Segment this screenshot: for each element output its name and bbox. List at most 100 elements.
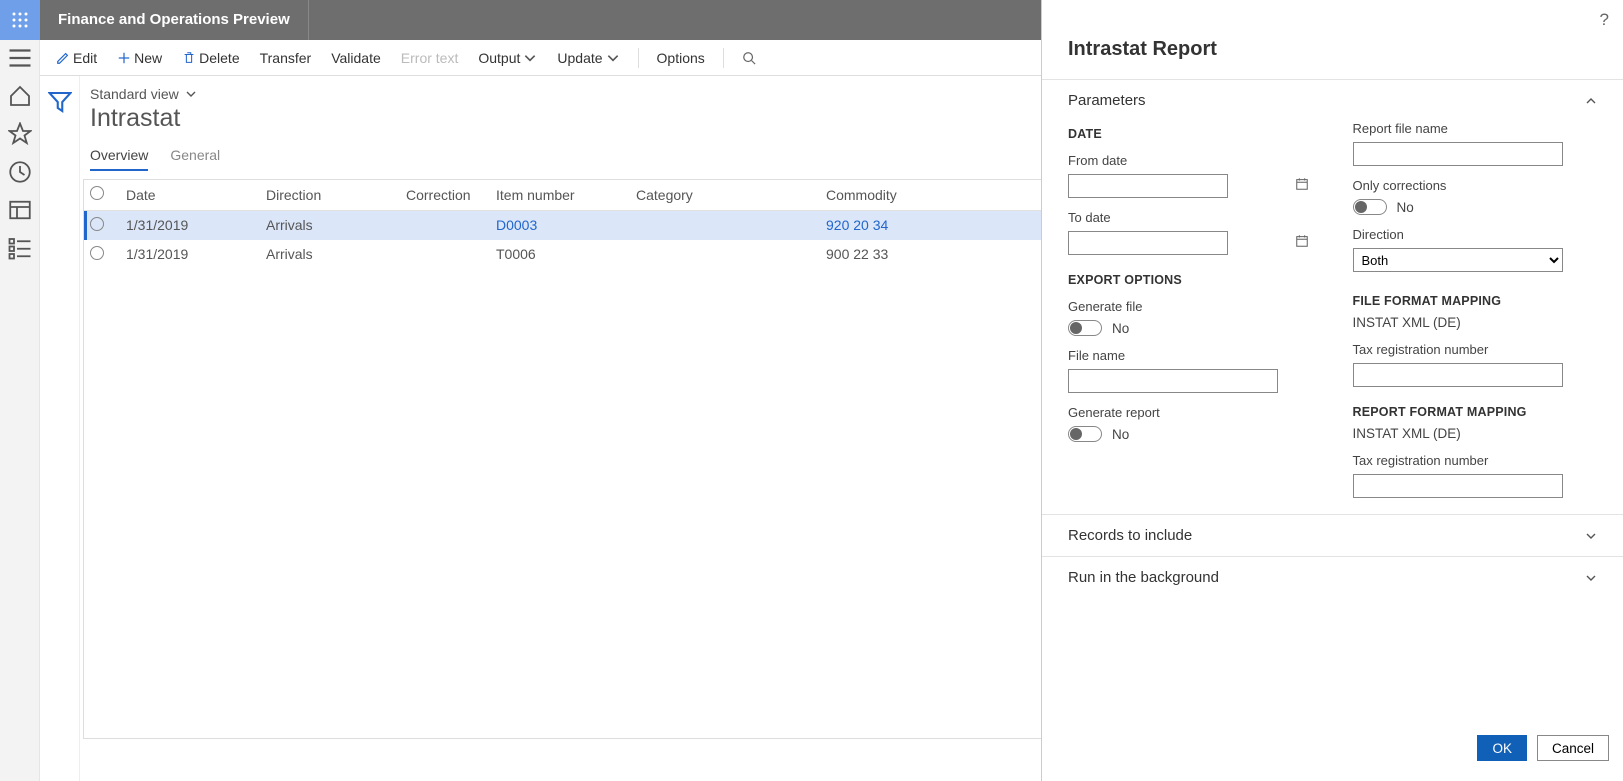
- new-label: New: [134, 50, 162, 66]
- cancel-button[interactable]: Cancel: [1537, 735, 1609, 761]
- hamburger-icon[interactable]: [8, 46, 32, 70]
- cell-date: 1/31/2019: [120, 240, 260, 269]
- workspace-icon[interactable]: [8, 198, 32, 222]
- chevron-down-icon: [606, 51, 620, 65]
- col-correction[interactable]: Correction: [400, 180, 490, 210]
- records-header[interactable]: Records to include: [1042, 515, 1623, 556]
- validate-button[interactable]: Validate: [323, 46, 389, 70]
- filter-icon[interactable]: [48, 90, 72, 114]
- col-item[interactable]: Item number: [490, 180, 630, 210]
- delete-button[interactable]: Delete: [174, 46, 247, 70]
- generate-file-toggle[interactable]: [1068, 320, 1102, 336]
- output-button[interactable]: Output: [470, 46, 545, 70]
- cell-category: [630, 240, 820, 269]
- only-corrections-state: No: [1397, 200, 1414, 215]
- from-date-label: From date: [1068, 153, 1313, 168]
- report-panel: ? Intrastat Report Parameters DATE From …: [1041, 0, 1623, 781]
- chevron-down-icon: [1585, 530, 1597, 542]
- search-button[interactable]: [734, 47, 764, 69]
- select-all-radio[interactable]: [90, 186, 104, 200]
- calendar-icon: [1295, 177, 1309, 196]
- view-name: Standard view: [90, 86, 179, 102]
- update-button[interactable]: Update: [549, 46, 627, 70]
- cell-direction: Arrivals: [260, 240, 400, 269]
- star-icon[interactable]: [8, 122, 32, 146]
- to-date-input[interactable]: [1068, 231, 1228, 255]
- chevron-down-icon: [1585, 572, 1597, 584]
- generate-report-state: No: [1112, 427, 1129, 442]
- delete-label: Delete: [199, 50, 239, 66]
- tab-general[interactable]: General: [170, 147, 220, 171]
- report-format-heading: REPORT FORMAT MAPPING: [1353, 405, 1598, 419]
- row-radio[interactable]: [90, 246, 104, 260]
- report-file-label: Report file name: [1353, 121, 1598, 136]
- edit-button[interactable]: Edit: [48, 46, 105, 70]
- recent-icon[interactable]: [8, 160, 32, 184]
- waffle-icon[interactable]: [0, 0, 40, 40]
- cell-date: 1/31/2019: [120, 210, 260, 240]
- background-header[interactable]: Run in the background: [1042, 557, 1623, 598]
- parameters-left-col: DATE From date To date EXPORT OPTIONS Ge…: [1068, 121, 1313, 498]
- cell-item[interactable]: T0006: [490, 240, 630, 269]
- separator: [723, 48, 724, 68]
- to-date-field: [1068, 231, 1313, 255]
- file-name-input[interactable]: [1068, 369, 1278, 393]
- chevron-down-icon: [185, 88, 197, 100]
- tax-reg2-label: Tax registration number: [1353, 453, 1598, 468]
- tax-reg-input[interactable]: [1353, 363, 1563, 387]
- separator: [638, 48, 639, 68]
- tab-overview[interactable]: Overview: [90, 147, 148, 171]
- app-title: Finance and Operations Preview: [40, 0, 309, 40]
- section-records: Records to include: [1042, 514, 1623, 556]
- update-label: Update: [557, 50, 602, 66]
- cell-correction: [400, 210, 490, 240]
- options-button[interactable]: Options: [649, 46, 713, 70]
- parameters-right-col: Report file name Only corrections No Dir…: [1353, 121, 1598, 498]
- error-text-button: Error text: [393, 46, 467, 70]
- section-parameters: Parameters DATE From date To date EXPORT…: [1042, 79, 1623, 514]
- file-name-label: File name: [1068, 348, 1313, 363]
- row-radio[interactable]: [90, 217, 104, 231]
- direction-select[interactable]: Both: [1353, 248, 1563, 272]
- section-background: Run in the background: [1042, 556, 1623, 598]
- home-icon[interactable]: [8, 84, 32, 108]
- export-heading: EXPORT OPTIONS: [1068, 273, 1313, 287]
- parameters-header[interactable]: Parameters: [1042, 80, 1623, 121]
- from-date-field: [1068, 174, 1313, 198]
- records-label: Records to include: [1068, 527, 1192, 544]
- col-category[interactable]: Category: [630, 180, 820, 210]
- file-format-heading: FILE FORMAT MAPPING: [1353, 294, 1598, 308]
- from-date-input[interactable]: [1068, 174, 1228, 198]
- report-format-value: INSTAT XML (DE): [1353, 426, 1598, 441]
- transfer-label: Transfer: [260, 50, 312, 66]
- help-icon[interactable]: ?: [1600, 10, 1609, 30]
- col-date[interactable]: Date: [120, 180, 260, 210]
- edit-label: Edit: [73, 50, 97, 66]
- direction-label: Direction: [1353, 227, 1598, 242]
- modules-icon[interactable]: [8, 236, 32, 260]
- only-corrections-toggle[interactable]: [1353, 199, 1387, 215]
- file-format-value: INSTAT XML (DE): [1353, 315, 1598, 330]
- cell-category: [630, 210, 820, 240]
- cell-correction: [400, 240, 490, 269]
- left-rail: [0, 40, 40, 781]
- transfer-button[interactable]: Transfer: [252, 46, 320, 70]
- cell-item[interactable]: D0003: [490, 210, 630, 240]
- ok-button[interactable]: OK: [1477, 735, 1527, 761]
- generate-report-label: Generate report: [1068, 405, 1313, 420]
- only-corrections-label: Only corrections: [1353, 178, 1598, 193]
- generate-report-toggle[interactable]: [1068, 426, 1102, 442]
- new-button[interactable]: New: [109, 46, 170, 70]
- to-date-label: To date: [1068, 210, 1313, 225]
- tax-reg2-input[interactable]: [1353, 474, 1563, 498]
- error-text-label: Error text: [401, 50, 459, 66]
- report-file-input[interactable]: [1353, 142, 1563, 166]
- parameters-body: DATE From date To date EXPORT OPTIONS Ge…: [1042, 121, 1623, 514]
- tax-reg-label: Tax registration number: [1353, 342, 1598, 357]
- search-icon: [742, 51, 756, 65]
- generate-file-state: No: [1112, 321, 1129, 336]
- output-label: Output: [478, 50, 520, 66]
- cell-direction: Arrivals: [260, 210, 400, 240]
- col-direction[interactable]: Direction: [260, 180, 400, 210]
- panel-title: Intrastat Report: [1042, 0, 1623, 79]
